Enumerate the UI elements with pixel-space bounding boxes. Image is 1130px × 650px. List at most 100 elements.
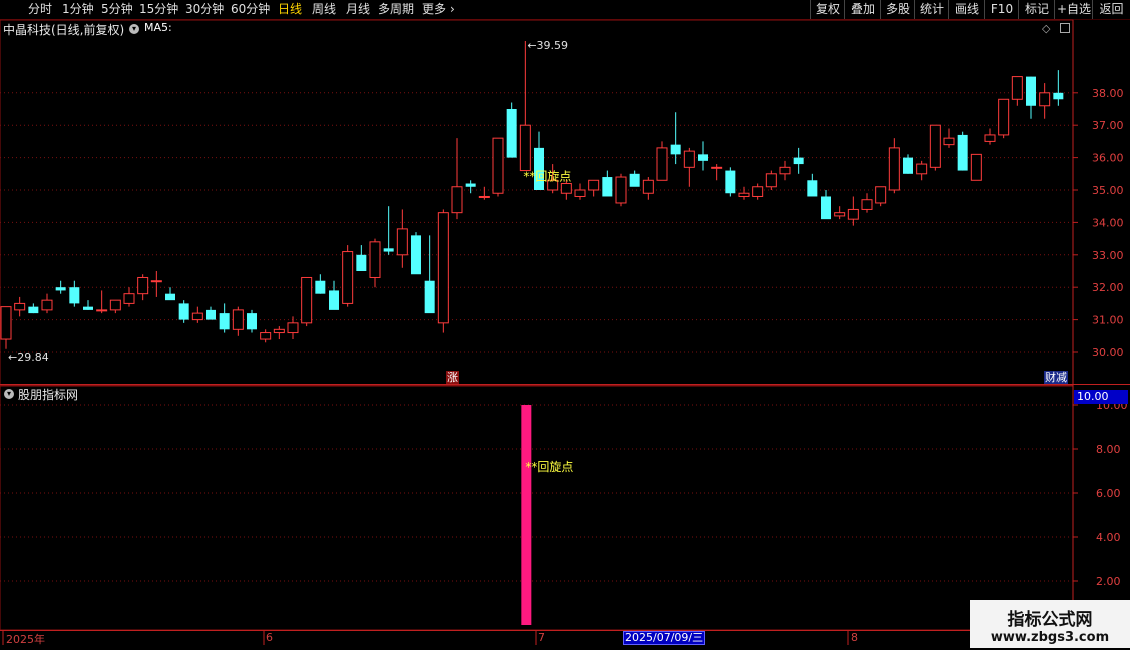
- candle-body-down: [356, 254, 367, 271]
- candle-body-up: [642, 179, 654, 194]
- candle-body-up: [150, 280, 162, 283]
- watermark-title: 指标公式网: [1007, 610, 1093, 630]
- price-tick-label: 33.00: [1092, 249, 1124, 262]
- candle-body-up: [834, 212, 846, 217]
- candle-body-up: [588, 179, 600, 191]
- candle-body-down: [670, 144, 681, 155]
- date-label-year: 2025年: [6, 633, 45, 646]
- candle-body-up: [574, 189, 586, 197]
- candle-body-down: [315, 280, 326, 294]
- candle-body-up: [711, 166, 723, 169]
- candle-body-up: [123, 293, 135, 304]
- candle-body-down: [698, 154, 708, 161]
- date-label-june: 6: [266, 631, 273, 644]
- candle-body-up: [888, 147, 900, 191]
- candle-body-down: [69, 287, 80, 304]
- candle-body-down: [383, 248, 394, 252]
- candle-body-up: [369, 241, 381, 278]
- indicator-current-value: 10.00: [1074, 390, 1128, 404]
- indicator-title: 股朋指标网: [18, 388, 79, 402]
- candle-body-up: [916, 163, 928, 175]
- watermark: 指标公式网 www.zbgs3.com: [970, 600, 1130, 648]
- indicator-tick-label: 2.00: [1096, 575, 1121, 588]
- indicator-menu-icon[interactable]: ▾: [4, 389, 14, 399]
- indicator-tick-label: 8.00: [1096, 443, 1121, 456]
- price-tick-label: 31.00: [1092, 314, 1124, 327]
- candle-body-down: [411, 235, 421, 275]
- ma-indicator-label[interactable]: MA5:: [144, 21, 172, 34]
- date-label-august: 8: [851, 631, 858, 644]
- candle-body-up: [998, 98, 1010, 136]
- candle-body-down: [1053, 92, 1064, 100]
- candle-body-up: [560, 183, 572, 194]
- candle-body-up: [615, 176, 627, 204]
- rise-tag: 涨: [446, 371, 459, 384]
- candle-body-down: [83, 306, 93, 310]
- candle-body-down: [178, 303, 189, 320]
- signal-bar: [521, 405, 532, 625]
- candle-body-down: [903, 157, 913, 174]
- diamond-icon[interactable]: ◇: [1042, 22, 1050, 35]
- candle-body-down: [55, 287, 66, 291]
- stock-title: 中晶科技(日线,前复权): [3, 23, 125, 37]
- candle-body-down: [206, 309, 216, 320]
- candle-body-up: [478, 195, 490, 198]
- price-tick-label: 36.00: [1092, 152, 1124, 165]
- candle-body-down: [247, 313, 257, 330]
- candle-body-up: [519, 124, 531, 172]
- price-tick-label: 37.00: [1092, 119, 1124, 132]
- signal-label-main: **回旋点: [523, 170, 571, 184]
- candle-body-down: [807, 180, 818, 197]
- candle-body-up: [96, 309, 108, 312]
- price-tick-label: 32.00: [1092, 281, 1124, 294]
- candle-body-up: [752, 186, 764, 197]
- panel-toggle-icon[interactable]: [1060, 23, 1070, 33]
- candle-body-up: [970, 153, 982, 181]
- candle-body-up: [779, 166, 791, 175]
- candle-body-up: [41, 299, 53, 311]
- candle-body-up: [191, 312, 203, 321]
- candle-body-up: [342, 251, 354, 304]
- candle-body-up: [656, 147, 668, 181]
- candle-body-up: [451, 186, 463, 214]
- candle-body-down: [957, 134, 968, 171]
- chart-canvas[interactable]: 30.00 31.00 32.00 33.00 34.00 35.00 36.00 37.00…: [0, 0, 1130, 650]
- candle-body-down: [219, 313, 230, 330]
- financial-reduce-tag: 财减: [1044, 371, 1068, 384]
- min-price-label: ←29.84: [8, 351, 49, 364]
- candle-body-down: [424, 280, 435, 314]
- price-tick-label: 38.00: [1092, 87, 1124, 100]
- max-price-label: ←39.59: [527, 39, 568, 52]
- watermark-url: www.zbgs3.com: [990, 630, 1110, 645]
- candle-body-up: [683, 150, 695, 168]
- candle-body-up: [273, 328, 285, 334]
- candle-body-up: [396, 228, 408, 256]
- candle-body-up: [847, 208, 859, 220]
- candle-body-up: [232, 309, 244, 330]
- date-axis: [0, 630, 1130, 650]
- candle-body-down: [725, 170, 736, 194]
- price-tick-label: 30.00: [1092, 346, 1124, 359]
- candle-body-down: [465, 183, 476, 187]
- indicator-tick-label: 4.00: [1096, 531, 1121, 544]
- price-tick-label: 35.00: [1092, 184, 1124, 197]
- candle-body-down: [329, 290, 339, 310]
- circle-chevron-icon[interactable]: ▾: [129, 24, 139, 34]
- signal-label-indicator: **回旋点: [525, 460, 573, 474]
- candle-body-up: [738, 192, 750, 197]
- candle-body-up: [437, 212, 449, 324]
- candle-body-up: [861, 199, 873, 210]
- candle-body-down: [506, 109, 517, 158]
- candle-body-up: [765, 173, 777, 188]
- candle-body-up: [109, 299, 121, 311]
- candle-body-up: [1011, 76, 1023, 100]
- candle-body-up: [0, 306, 12, 340]
- candle-body-up: [260, 332, 272, 340]
- candle-body-up: [929, 124, 941, 168]
- candle-body-down: [793, 157, 804, 165]
- candle-body-up: [1039, 92, 1051, 107]
- candle-body-up: [943, 137, 955, 146]
- candle-body-up: [301, 276, 313, 324]
- candle-body-up: [492, 137, 504, 194]
- candle-body-down: [629, 173, 640, 187]
